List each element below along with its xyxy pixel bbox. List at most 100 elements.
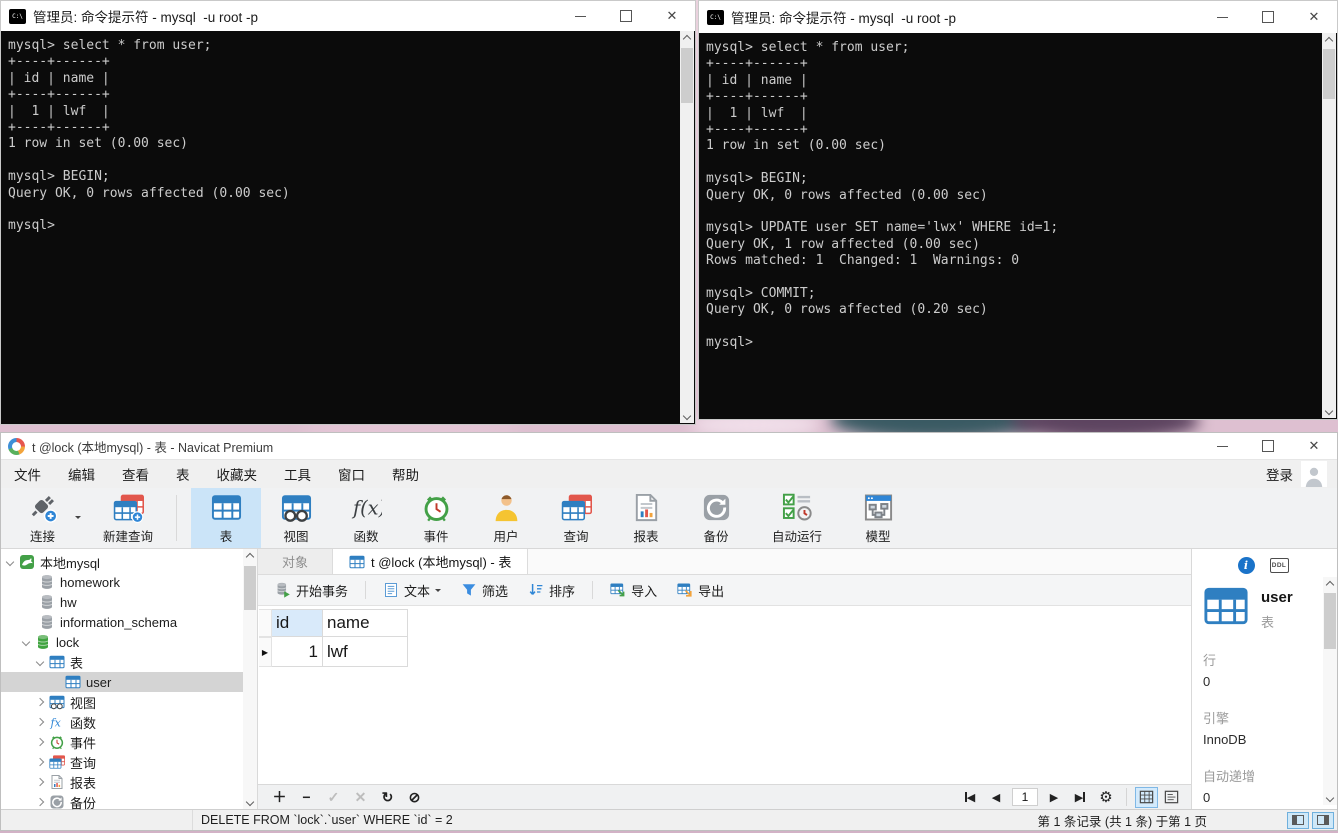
scroll-down-icon[interactable] [1323, 790, 1337, 805]
toggle-left-panel-button[interactable] [1287, 811, 1309, 829]
chevron-collapsed-icon[interactable] [35, 717, 45, 727]
menu-favorites[interactable]: 收藏夹 [217, 464, 258, 484]
terminal-scrollbar[interactable] [1322, 33, 1336, 418]
last-record-button[interactable]: ▶ [1068, 787, 1092, 807]
toolbar-function-button[interactable]: f(x) 函数 [331, 488, 401, 548]
minimize-button[interactable] [557, 1, 603, 31]
tab-objects[interactable]: 对象 [258, 549, 334, 574]
tree-item-database[interactable]: homework [1, 572, 244, 592]
menu-help[interactable]: 帮助 [392, 464, 419, 484]
chevron-expanded-icon[interactable] [21, 637, 31, 647]
tree-item-queries[interactable]: 查询 [1, 752, 244, 772]
close-button[interactable]: ✕ [649, 1, 695, 31]
scrollbar-thumb[interactable] [244, 566, 256, 610]
chevron-expanded-icon[interactable] [35, 657, 45, 667]
grid-row[interactable]: ▶ 1 lwf [259, 637, 1191, 667]
stop-button[interactable]: ⊘ [401, 789, 428, 806]
scroll-up-icon[interactable] [243, 549, 257, 564]
form-view-button[interactable] [1160, 787, 1183, 808]
toolbar-user-button[interactable]: 用户 [471, 488, 541, 548]
terminal-scrollbar[interactable] [680, 31, 694, 423]
row-selector[interactable]: ▶ [259, 637, 272, 667]
terminal-titlebar[interactable]: C:\ 管理员: 命令提示符 - mysql -u root -p ✕ [699, 1, 1337, 33]
previous-record-button[interactable]: ◀ [984, 787, 1008, 807]
cell-id[interactable]: 1 [272, 637, 323, 667]
delete-record-button[interactable]: − [293, 789, 320, 805]
filter-button[interactable]: 筛选 [454, 578, 515, 602]
scroll-down-icon[interactable] [680, 408, 694, 423]
minimize-button[interactable] [1199, 1, 1245, 33]
scrollbar-thumb[interactable] [1323, 49, 1335, 99]
menu-view[interactable]: 查看 [122, 464, 149, 484]
chevron-collapsed-icon[interactable] [35, 737, 45, 747]
discard-changes-button[interactable]: ✕ [347, 789, 374, 806]
cell-name[interactable]: lwf [323, 637, 408, 667]
chevron-collapsed-icon[interactable] [35, 697, 45, 707]
add-record-button[interactable]: ＋ [266, 787, 293, 807]
menu-window[interactable]: 窗口 [338, 464, 365, 484]
menu-file[interactable]: 文件 [14, 464, 41, 484]
navicat-titlebar[interactable]: t @lock (本地mysql) - 表 - Navicat Premium … [1, 433, 1337, 459]
tree-item-database-open[interactable]: lock [1, 632, 244, 652]
first-record-button[interactable]: ◀ [958, 787, 982, 807]
toggle-right-panel-button[interactable] [1312, 811, 1334, 829]
tree-item-events[interactable]: 事件 [1, 732, 244, 752]
tree-item-functions[interactable]: fx 函数 [1, 712, 244, 732]
maximize-button[interactable] [603, 1, 649, 31]
connect-dropdown-caret[interactable] [70, 488, 86, 548]
toolbar-backup-button[interactable]: 备份 [681, 488, 751, 548]
tree-item-database[interactable]: hw [1, 592, 244, 612]
close-button[interactable]: ✕ [1291, 433, 1337, 459]
grid-view-button[interactable] [1135, 786, 1158, 808]
chevron-collapsed-icon[interactable] [35, 757, 45, 767]
toolbar-query-button[interactable]: 查询 [541, 488, 611, 548]
refresh-button[interactable]: ↻ [374, 789, 401, 806]
tree-item-user-table[interactable]: user [1, 672, 244, 692]
login-link[interactable]: 登录 [1266, 464, 1293, 484]
column-header-id[interactable]: id [272, 609, 323, 637]
scroll-down-icon[interactable] [1322, 403, 1336, 418]
tree-scrollbar[interactable] [243, 549, 257, 809]
tab-table-user[interactable]: t @lock (本地mysql) - 表 [333, 549, 529, 574]
maximize-button[interactable] [1245, 433, 1291, 459]
terminal-output[interactable]: mysql> select * from user; +----+------+… [700, 33, 1336, 418]
terminal-output[interactable]: mysql> select * from user; +----+------+… [2, 31, 694, 423]
tree-item-tables[interactable]: 表 [1, 652, 244, 672]
next-record-button[interactable]: ▶ [1042, 787, 1066, 807]
minimize-button[interactable] [1199, 433, 1245, 459]
tree-item-database[interactable]: information_schema [1, 612, 244, 632]
export-button[interactable]: 导出 [670, 578, 731, 602]
tree-item-reports[interactable]: 报表 [1, 772, 244, 792]
menu-table[interactable]: 表 [176, 464, 190, 484]
scrollbar-thumb[interactable] [1324, 593, 1336, 649]
settings-gear-icon[interactable]: ⚙ [1094, 787, 1118, 807]
scroll-up-icon[interactable] [680, 31, 694, 46]
chevron-collapsed-icon[interactable] [35, 777, 45, 787]
chevron-collapsed-icon[interactable] [35, 797, 45, 807]
import-button[interactable]: 导入 [603, 578, 664, 602]
toolbar-connect-button[interactable]: 连接 [15, 488, 70, 548]
toolbar-event-button[interactable]: 事件 [401, 488, 471, 548]
tree-item-views[interactable]: 视图 [1, 692, 244, 712]
tree-item-backups[interactable]: 备份 [1, 792, 244, 812]
toolbar-view-button[interactable]: 视图 [261, 488, 331, 548]
ddl-tab[interactable]: DDL [1269, 557, 1289, 573]
chevron-expanded-icon[interactable] [5, 557, 15, 567]
toolbar-report-button[interactable]: 报表 [611, 488, 681, 548]
apply-changes-button[interactable]: ✓ [320, 789, 347, 806]
user-avatar[interactable] [1301, 461, 1327, 487]
toolbar-new-query-button[interactable]: 新建查询 [86, 488, 170, 548]
info-panel-scrollbar[interactable] [1323, 577, 1337, 805]
maximize-button[interactable] [1245, 1, 1291, 33]
toolbar-table-button[interactable]: 表 [191, 488, 261, 548]
sort-button[interactable]: 排序 [521, 578, 582, 602]
scrollbar-thumb[interactable] [681, 48, 693, 103]
toolbar-model-button[interactable]: 模型 [843, 488, 913, 548]
close-button[interactable]: ✕ [1291, 1, 1337, 33]
scroll-up-icon[interactable] [1323, 577, 1337, 592]
terminal-titlebar[interactable]: C:\ 管理员: 命令提示符 - mysql -u root -p ✕ [1, 1, 695, 31]
scroll-up-icon[interactable] [1322, 33, 1336, 48]
scroll-down-icon[interactable] [243, 794, 257, 809]
menu-tools[interactable]: 工具 [284, 464, 311, 484]
page-number-field[interactable]: 1 [1012, 788, 1038, 806]
